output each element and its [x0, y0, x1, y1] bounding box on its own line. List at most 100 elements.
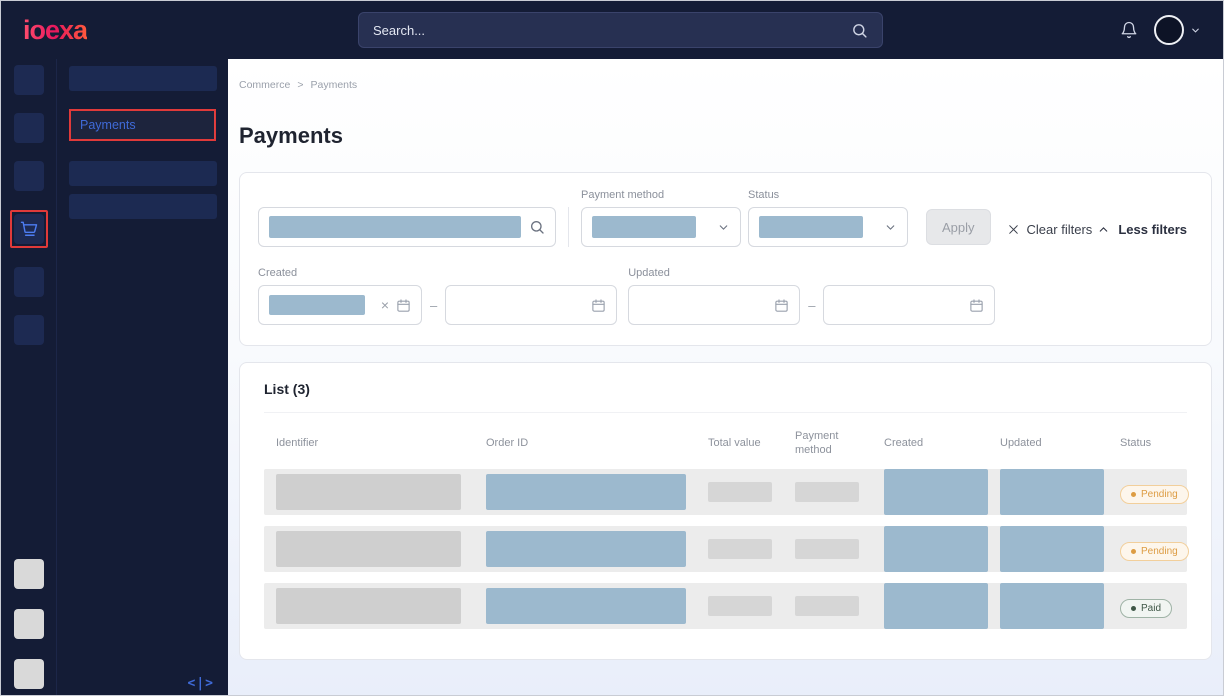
clear-filters-label: Clear filters [1027, 222, 1093, 237]
table-row[interactable]: Pending [264, 469, 1187, 515]
list-card: List (3) Identifier Order ID Total value… [239, 362, 1212, 660]
chevron-down-icon [1190, 25, 1201, 36]
chevron-down-icon [884, 221, 897, 234]
rail-bottom-item-3[interactable] [14, 659, 44, 689]
updated-placeholder [1000, 526, 1104, 572]
col-payment-method: Payment method [795, 429, 884, 458]
created-from-input[interactable]: × [258, 285, 422, 325]
clear-filters-button[interactable]: Clear filters [1007, 222, 1093, 237]
status-badge: Pending [1120, 485, 1189, 504]
cart-icon [19, 219, 39, 239]
breadcrumb-commerce[interactable]: Commerce [239, 79, 290, 91]
search-icon [529, 219, 545, 235]
topbar: ioexa Search... [1, 1, 1223, 59]
rail-item-3[interactable] [14, 161, 44, 191]
commerce-sidebar: Payments <|> [56, 59, 228, 695]
col-identifier: Identifier [276, 436, 486, 450]
breadcrumb-separator: > [297, 79, 303, 91]
main-content: Commerce > Payments Payments Payment [228, 59, 1223, 695]
updated-from-input[interactable] [628, 285, 800, 325]
app-logo[interactable]: ioexa [23, 15, 87, 46]
col-updated: Updated [1000, 436, 1120, 450]
sidebar-item-3[interactable] [69, 161, 217, 186]
filters-card: Payment method Status [239, 172, 1212, 346]
list-divider [264, 412, 1187, 413]
col-status: Status [1120, 436, 1187, 450]
less-filters-button[interactable]: Less filters [1097, 222, 1193, 237]
calendar-icon[interactable] [591, 298, 606, 313]
rail-item-2[interactable] [14, 113, 44, 143]
breadcrumb-payments[interactable]: Payments [310, 79, 357, 91]
filters-row-2: Created × – [258, 267, 1193, 325]
status-dot-icon [1131, 492, 1136, 497]
status-label: Status [748, 189, 908, 201]
clear-date-icon[interactable]: × [381, 298, 389, 312]
calendar-icon[interactable] [969, 298, 984, 313]
status-label: Paid [1141, 603, 1161, 614]
payment-method-value-placeholder [592, 216, 696, 238]
topbar-right [1120, 15, 1201, 45]
payments-highlight-box: Payments [69, 109, 216, 141]
created-label: Created [258, 267, 422, 279]
table-row[interactable]: Pending [264, 526, 1187, 572]
identifier-placeholder [276, 588, 461, 624]
total-value-placeholder [708, 596, 772, 616]
calendar-icon[interactable] [396, 298, 411, 313]
notifications-bell-icon[interactable] [1120, 21, 1138, 39]
rail-bottom-item-2[interactable] [14, 609, 44, 639]
filters-row-1: Payment method Status [258, 189, 1193, 247]
breadcrumb: Commerce > Payments [239, 79, 1212, 91]
apply-button[interactable]: Apply [926, 209, 991, 245]
chevron-up-icon [1097, 223, 1110, 236]
status-select[interactable] [748, 207, 908, 247]
sidebar-item-4[interactable] [69, 194, 217, 219]
avatar[interactable] [1154, 15, 1184, 45]
total-value-placeholder [708, 482, 772, 502]
search-value-placeholder [269, 216, 521, 238]
global-search-placeholder: Search... [373, 23, 425, 38]
close-icon [1007, 223, 1020, 236]
status-value-placeholder [759, 216, 863, 238]
updated-placeholder [1000, 583, 1104, 629]
less-filters-label: Less filters [1118, 222, 1187, 237]
status-label: Pending [1141, 489, 1178, 500]
updated-to-input[interactable] [823, 285, 995, 325]
page-title: Payments [239, 123, 1212, 149]
status-badge: Pending [1120, 542, 1189, 561]
rail-item-1[interactable] [14, 65, 44, 95]
updated-range-separator: – [808, 298, 815, 313]
search-icon [851, 22, 868, 39]
col-order-id: Order ID [486, 436, 708, 450]
rail-item-6[interactable] [14, 315, 44, 345]
calendar-icon[interactable] [774, 298, 789, 313]
filter-search-input[interactable] [258, 207, 556, 247]
status-field: Status [748, 189, 908, 247]
rail-bottom-item-1[interactable] [14, 559, 44, 589]
icon-rail [1, 59, 56, 695]
payment-method-placeholder [795, 482, 859, 502]
col-created: Created [884, 436, 1000, 450]
status-dot-icon [1131, 606, 1136, 611]
updated-placeholder [1000, 469, 1104, 515]
table-row[interactable]: Paid [264, 583, 1187, 629]
sidebar-item-payments[interactable]: Payments [71, 111, 215, 139]
identifier-placeholder [276, 531, 461, 567]
rail-item-5[interactable] [14, 267, 44, 297]
global-search-input[interactable]: Search... [358, 12, 883, 48]
rail-item-commerce[interactable] [14, 214, 44, 244]
updated-label: Updated [628, 267, 800, 279]
commerce-highlight-box [10, 210, 48, 248]
sidebar-item-1[interactable] [69, 66, 217, 91]
order-id-placeholder [486, 588, 686, 624]
filters-gap [744, 207, 745, 247]
created-from-controls: × [381, 298, 411, 313]
user-menu[interactable] [1154, 15, 1201, 45]
created-to-input[interactable] [445, 285, 617, 325]
col-total-value: Total value [708, 436, 795, 450]
payment-method-select[interactable] [581, 207, 741, 247]
payment-method-placeholder [795, 539, 859, 559]
created-from-field: Created × [258, 267, 422, 325]
sidebar-collapse-icon[interactable]: <|> [188, 676, 214, 691]
app-window: ioexa Search... [0, 0, 1224, 696]
list-title: List (3) [264, 381, 1187, 397]
